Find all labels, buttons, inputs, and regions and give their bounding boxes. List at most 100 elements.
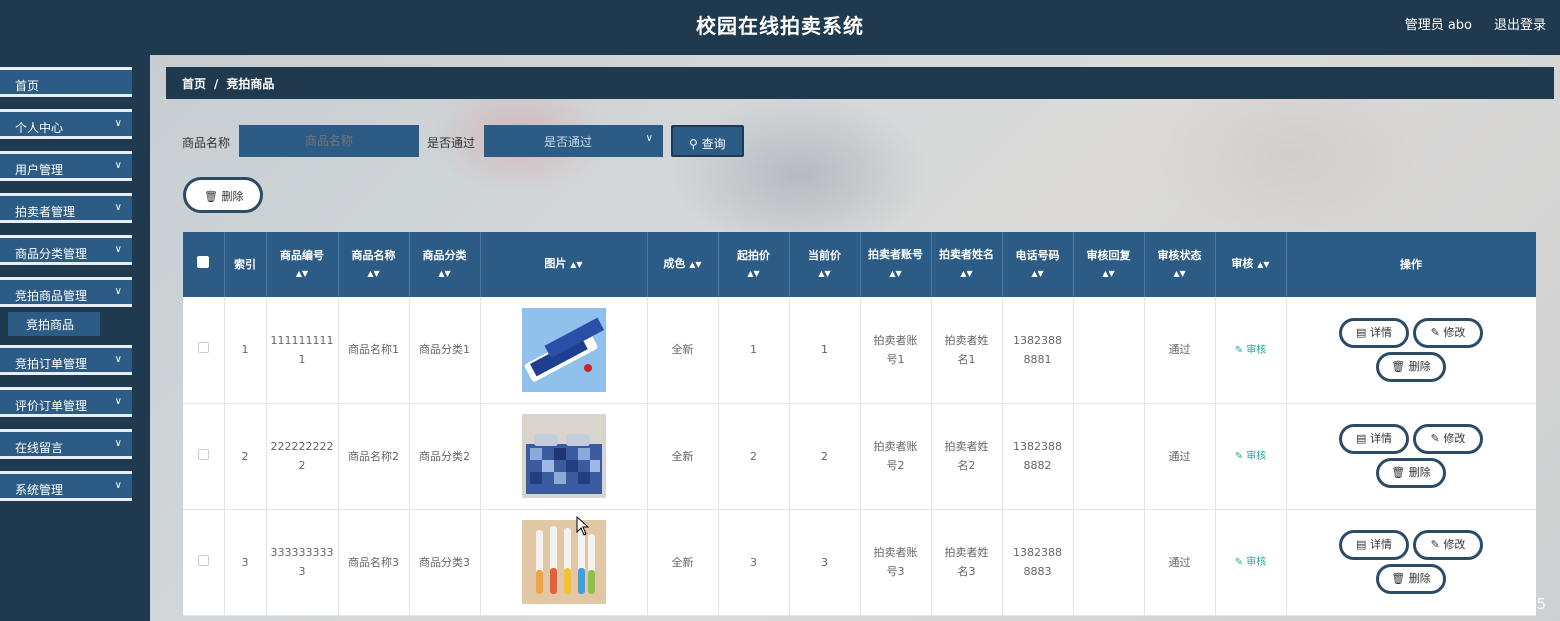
cell-current-price: 3: [789, 509, 861, 616]
table-row: 3 3333333333 商品名称3 商品分类3 全新 3 3 拍卖者账号3 拍…: [183, 509, 1536, 616]
sidebar-item-review-order-management[interactable]: 评价订单管理 ∨: [0, 387, 132, 417]
chevron-down-icon: ∨: [114, 244, 122, 255]
pass-filter-label: 是否通过: [427, 136, 476, 150]
detail-button[interactable]: ▤ 详情: [1339, 317, 1409, 348]
product-image-toothbrushes[interactable]: [521, 520, 606, 604]
sidebar-item-personal-center[interactable]: 个人中心 ∨: [0, 109, 132, 139]
audit-link[interactable]: ✎ 审核: [1235, 557, 1267, 568]
cell-start-price: 3: [718, 509, 790, 616]
logout-link[interactable]: 退出登录: [1494, 14, 1546, 33]
goods-name-input[interactable]: [239, 125, 419, 157]
cell-audit-reply: [1073, 297, 1145, 404]
cell-seller-account: 拍卖者账号1: [860, 297, 932, 404]
row-checkbox[interactable]: [197, 342, 209, 354]
watermark: CSDN @weixin_72790115: [1351, 595, 1546, 613]
audit-link[interactable]: ✎ 审核: [1235, 451, 1267, 462]
cell-name: 商品名称2: [338, 403, 410, 510]
col-seller-name[interactable]: 拍卖者姓名 ▲▼: [931, 232, 1003, 297]
col-current-price[interactable]: 当前价 ▲▼: [789, 232, 861, 297]
sidebar-subitem-auction-goods[interactable]: 竞拍商品: [8, 312, 100, 336]
breadcrumb: 首页 / 竞拍商品: [166, 67, 1554, 99]
sort-icon: ▲▼: [747, 268, 760, 278]
sidebar-item-label: 首页: [15, 79, 40, 93]
sort-icon: ▲▼: [960, 269, 973, 278]
cell-condition: 全新: [647, 297, 719, 404]
current-user: 管理员 abo: [1404, 18, 1472, 33]
cell-seller-name: 拍卖者姓名3: [931, 509, 1003, 616]
select-all-checkbox[interactable]: [197, 255, 210, 268]
audit-link[interactable]: ✎ 审核: [1235, 345, 1267, 356]
cell-ops: ▤ 详情 ✎ 修改 🗑 删除: [1286, 297, 1536, 404]
edit-button[interactable]: ✎ 修改: [1413, 317, 1483, 348]
delete-button[interactable]: 🗑 删除: [1376, 351, 1446, 382]
query-button-label: 查询: [701, 137, 726, 151]
sidebar-item-auction-goods-management[interactable]: 竞拍商品管理 ∨: [0, 277, 132, 307]
cell-phone: 13823888881: [1002, 297, 1074, 404]
sidebar-item-label: 评价订单管理: [15, 399, 88, 413]
col-category[interactable]: 商品分类 ▲▼: [409, 232, 481, 297]
sidebar-item-category-management[interactable]: 商品分类管理 ∨: [0, 235, 132, 265]
edit-button[interactable]: ✎ 修改: [1413, 424, 1483, 454]
col-audit-reply[interactable]: 审核回复 ▲▼: [1073, 232, 1145, 297]
cell-seller-name: 拍卖者姓名2: [931, 403, 1003, 510]
sidebar-item-online-message[interactable]: 在线留言 ∨: [0, 429, 132, 459]
sort-icon: ▲▼: [889, 269, 902, 278]
pencil-icon: ✎: [1234, 344, 1244, 356]
col-audit[interactable]: 审核 ▲▼: [1215, 232, 1287, 297]
sidebar-item-label: 个人中心: [15, 121, 64, 135]
batch-delete-button[interactable]: 🗑 删除: [183, 177, 263, 213]
chevron-down-icon: ∨: [114, 438, 122, 449]
sort-icon: ▲▼: [570, 260, 583, 269]
sort-icon: ▲▼: [1173, 268, 1186, 278]
cell-code: 2222222222: [266, 403, 339, 510]
product-image-bedding[interactable]: [521, 414, 606, 498]
sort-icon: ▲▼: [438, 268, 451, 278]
cell-audit: ✎ 审核: [1215, 297, 1287, 404]
col-code[interactable]: 商品编号 ▲▼: [266, 232, 339, 297]
cell-name: 商品名称1: [338, 297, 410, 404]
system-title: 校园在线拍卖系统: [696, 14, 864, 38]
cell-image: [480, 297, 648, 404]
cell-code: 1111111111: [266, 297, 339, 404]
row-checkbox[interactable]: [197, 554, 209, 566]
pencil-icon: ✎: [1234, 557, 1244, 568]
pencil-icon: ✎: [1234, 451, 1244, 462]
col-condition[interactable]: 成色 ▲▼: [647, 232, 719, 297]
sidebar-item-user-management[interactable]: 用户管理 ∨: [0, 151, 132, 181]
sort-icon: ▲▼: [1102, 268, 1115, 278]
chevron-down-icon: ∨: [114, 160, 122, 171]
breadcrumb-current: 竞拍商品: [226, 77, 275, 91]
sidebar-item-home[interactable]: 首页: [0, 67, 132, 97]
goods-table: 索引 商品编号 ▲▼ 商品名称 ▲▼ 商品分类 ▲▼ 图片 ▲▼ 成色 ▲▼ 起拍价 ▲…: [183, 232, 1536, 621]
product-image-toothpaste[interactable]: [521, 307, 606, 392]
row-checkbox[interactable]: [197, 448, 209, 460]
pencil-icon: ✎: [1430, 538, 1440, 551]
cell-current-price: 2: [789, 403, 861, 510]
query-button[interactable]: ⚲ 查询: [671, 125, 744, 157]
delete-button[interactable]: 🗑 删除: [1376, 458, 1446, 488]
cell-audit-reply: [1073, 509, 1145, 616]
cell-audit: ✎ 审核: [1215, 403, 1287, 510]
col-phone[interactable]: 电话号码 ▲▼: [1002, 232, 1074, 297]
cell-image: [480, 403, 648, 510]
chevron-down-icon: ∨: [114, 118, 122, 129]
col-seller-account[interactable]: 拍卖者账号 ▲▼: [860, 232, 932, 297]
trash-icon: 🗑: [1391, 359, 1406, 373]
delete-button[interactable]: 🗑 删除: [1376, 564, 1446, 594]
col-image[interactable]: 图片 ▲▼: [480, 232, 648, 297]
sidebar-item-seller-management[interactable]: 拍卖者管理 ∨: [0, 193, 132, 223]
col-start-price[interactable]: 起拍价 ▲▼: [718, 232, 790, 297]
col-name[interactable]: 商品名称 ▲▼: [338, 232, 410, 297]
sidebar-item-label: 系统管理: [15, 483, 64, 497]
sort-icon: ▲▼: [1031, 268, 1044, 278]
sidebar-item-auction-order-management[interactable]: 竞拍订单管理 ∨: [0, 345, 132, 375]
trash-icon: 🗑: [1391, 572, 1406, 585]
breadcrumb-home[interactable]: 首页: [182, 77, 206, 91]
col-audit-status[interactable]: 审核状态 ▲▼: [1144, 232, 1216, 297]
cell-category: 商品分类2: [409, 403, 481, 510]
sidebar-item-system-management[interactable]: 系统管理 ∨: [0, 471, 132, 501]
detail-button[interactable]: ▤ 详情: [1339, 424, 1409, 454]
pass-filter-select[interactable]: 是否通过 ∨: [484, 125, 663, 157]
detail-button[interactable]: ▤ 详情: [1339, 530, 1409, 560]
edit-button[interactable]: ✎ 修改: [1413, 530, 1483, 560]
